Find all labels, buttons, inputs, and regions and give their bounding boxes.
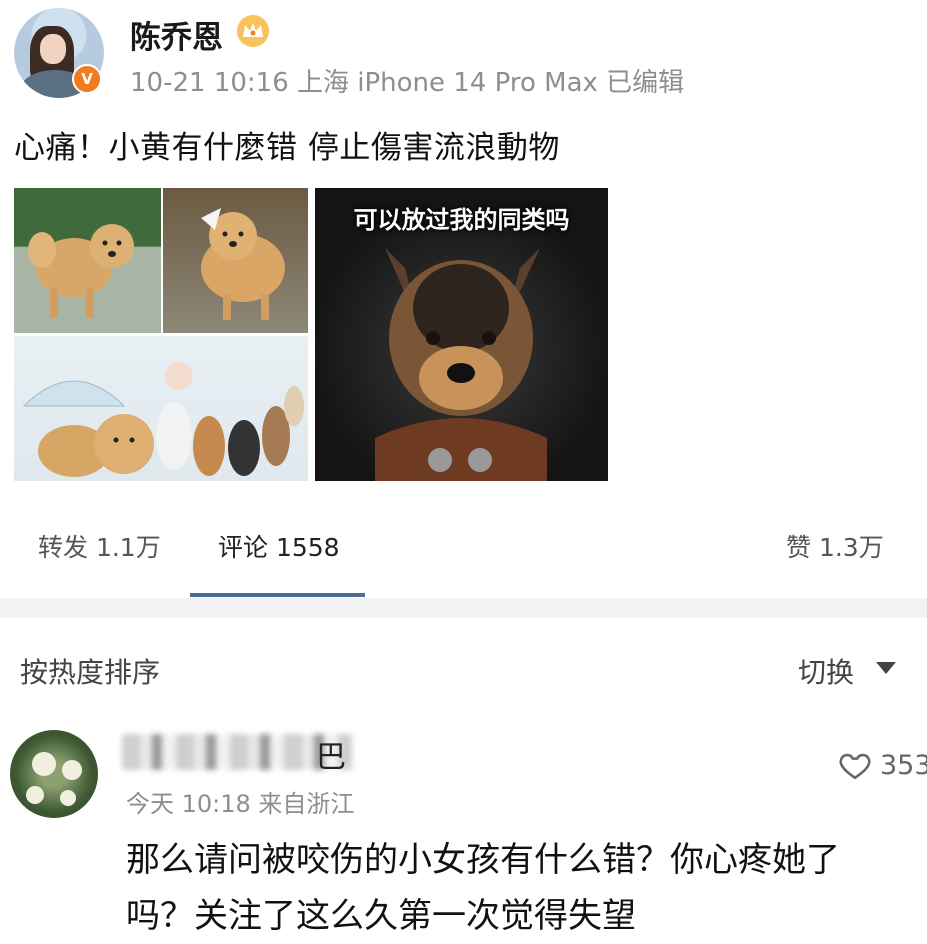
switch-sort-button[interactable]: 切换 (798, 651, 854, 691)
comment-tab[interactable]: 评论 1558 (218, 528, 340, 564)
commenter-avatar[interactable] (10, 730, 98, 818)
commenter-name[interactable]: 巴 (316, 732, 346, 776)
author-name[interactable]: 陈乔恩 (130, 12, 223, 57)
crown-icon (237, 15, 269, 47)
author-avatar[interactable]: V (14, 8, 104, 98)
comment-meta: 今天 10:18 来自浙江 (126, 790, 355, 818)
verified-badge-icon: V (72, 64, 102, 94)
comment-text: 那么请问被咬伤的小女孩有什么错？你心疼她了吗？关注了这么久第一次觉得失望 (126, 840, 840, 936)
post-text: 心痛！小黄有什麼错 停止傷害流浪動物 (14, 130, 560, 166)
repost-button[interactable]: 转发 1.1万 (38, 528, 161, 564)
comment-like-count: 353 (880, 750, 927, 781)
post-image-4-meme[interactable]: 可以放过我的同类吗 (315, 188, 608, 481)
post-image-2[interactable] (163, 188, 308, 333)
post-image-3[interactable] (14, 336, 308, 481)
post-image-1[interactable] (14, 188, 161, 333)
post-meta: 10-21 10:16 上海 iPhone 14 Pro Max 已编辑 (130, 68, 685, 98)
chevron-down-icon[interactable] (876, 662, 896, 674)
heart-icon[interactable] (838, 748, 872, 782)
section-divider (0, 598, 927, 618)
sort-by-hot-label: 按热度排序 (20, 656, 161, 689)
like-button[interactable]: 赞 1.3万 (786, 528, 884, 564)
active-tab-indicator (190, 593, 365, 597)
